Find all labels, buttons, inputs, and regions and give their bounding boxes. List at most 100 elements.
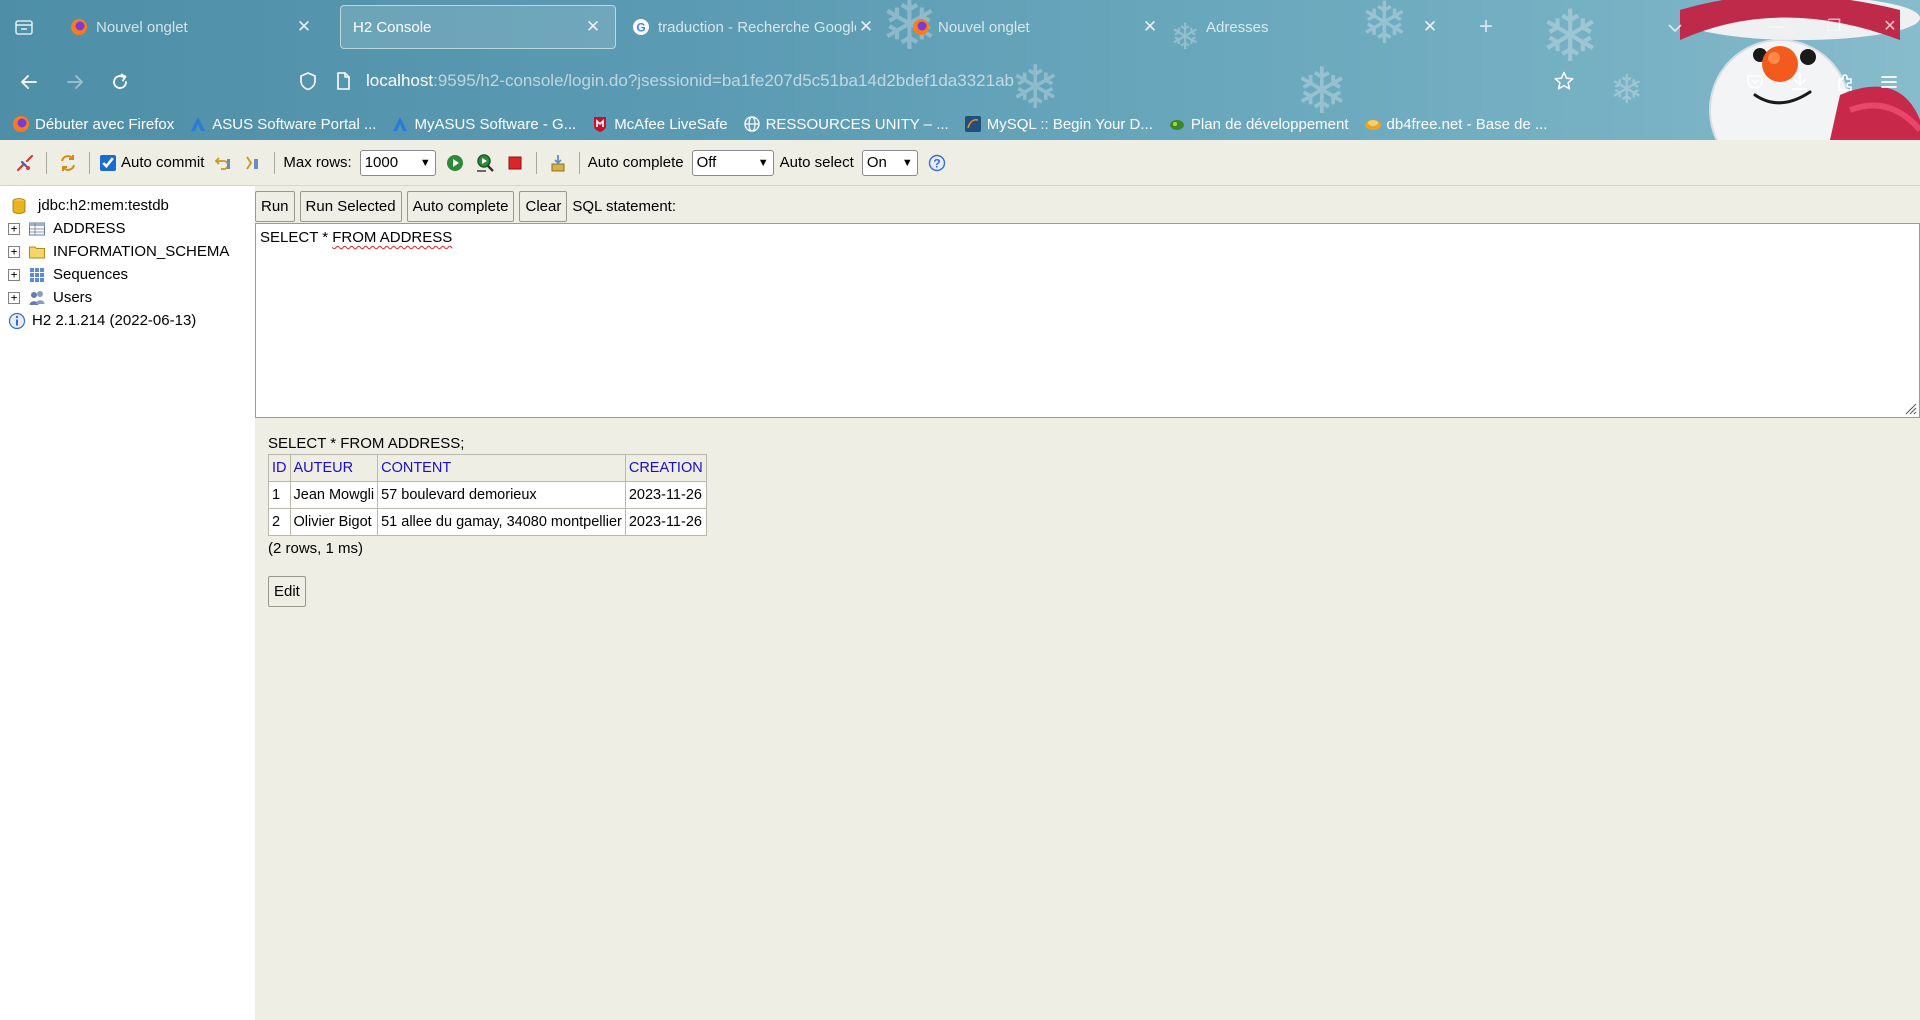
auto-select-value: On <box>866 154 887 171</box>
tab-list-button[interactable] <box>12 15 36 39</box>
stop-icon[interactable] <box>504 152 526 174</box>
bookmark-label: Plan de développement <box>1190 115 1349 133</box>
bookmark-plan-developpement[interactable]: Plan de développement <box>1168 115 1349 133</box>
bookmark-label: RESSOURCES UNITY – ... <box>765 115 949 133</box>
table-row: 2 Olivier Bigot 51 allee du gamay, 34080… <box>268 508 707 536</box>
rollback-icon[interactable] <box>212 152 234 174</box>
max-rows-select[interactable]: 1000 ▼ <box>359 149 436 176</box>
arrow-left-icon <box>21 75 37 89</box>
pocket-button[interactable] <box>1740 67 1770 97</box>
folder-icon <box>29 246 45 258</box>
bookmark-star-icon[interactable] <box>1553 70 1575 92</box>
clear-button[interactable]: Clear <box>519 190 568 222</box>
tree-item-users[interactable]: + Users <box>8 286 255 309</box>
extensions-button[interactable] <box>1830 67 1860 97</box>
bookmark-label: McAfee LiveSafe <box>614 115 728 133</box>
disconnect-icon[interactable] <box>14 152 36 174</box>
close-tab-icon[interactable]: ✕ <box>1140 17 1160 37</box>
firefox-view-icon <box>15 20 33 35</box>
bookmark-asus-portal[interactable]: ASUS Software Portal ... <box>189 115 376 133</box>
run-selected-icon[interactable] <box>474 152 496 174</box>
auto-commit-checkbox[interactable] <box>100 154 116 171</box>
expand-icon[interactable]: + <box>8 268 20 281</box>
url-text[interactable]: localhost:9595/h2-console/login.do?jsess… <box>366 71 1014 91</box>
auto-complete-select[interactable]: Off ▼ <box>691 149 774 176</box>
back-button[interactable] <box>14 67 44 97</box>
svg-text:?: ? <box>933 156 940 170</box>
tree-item-information-schema[interactable]: + INFORMATION_SCHEMA <box>8 240 255 263</box>
history-icon[interactable] <box>547 152 569 174</box>
menu-button[interactable] <box>1874 67 1904 97</box>
tree-connection[interactable]: jdbc:h2:mem:testdb <box>8 194 255 217</box>
column-header-content[interactable]: CONTENT <box>377 454 626 482</box>
close-tab-icon[interactable]: ✕ <box>1420 17 1440 37</box>
query-buttons: Run Run Selected Auto complete Clear SQL… <box>255 190 676 222</box>
reload-button[interactable] <box>105 67 135 97</box>
auto-select-select[interactable]: On ▼ <box>861 149 918 176</box>
refresh-icon[interactable] <box>57 152 79 174</box>
bookmark-mysql[interactable]: MySQL :: Begin Your D... <box>964 115 1153 133</box>
bookmark-mcafee[interactable]: McAfee LiveSafe <box>591 115 728 133</box>
tab-traduction-google[interactable]: G traduction - Recherche Google ✕ <box>620 5 888 49</box>
shield-icon[interactable] <box>297 70 319 92</box>
toolbar-separator <box>535 151 537 174</box>
close-tab-icon[interactable]: ✕ <box>856 17 876 37</box>
toolbar-separator <box>578 151 580 174</box>
page-info-icon[interactable] <box>332 70 354 92</box>
result-table: ID AUTEUR CONTENT CREATION 1 Jean Mowgli… <box>268 454 707 536</box>
resize-grip-icon[interactable] <box>1903 401 1917 415</box>
sql-editor[interactable]: SELECT * FROM ADDRESS <box>255 223 1920 418</box>
max-rows-label: Max rows: <box>283 154 352 171</box>
cell-creation: 2023-11-26 <box>624 508 707 536</box>
expand-icon[interactable]: + <box>8 291 20 304</box>
expand-icon[interactable]: + <box>8 222 20 235</box>
bookmark-debuter-firefox[interactable]: Débuter avec Firefox <box>12 115 174 133</box>
database-icon <box>12 197 26 214</box>
commit-icon[interactable] <box>242 152 264 174</box>
run-icon[interactable] <box>444 152 466 174</box>
tab-nouvel-onglet-1[interactable]: Nouvel onglet ✕ <box>58 5 326 49</box>
tree-item-label: ADDRESS <box>53 220 126 237</box>
tree-item-address[interactable]: + ADDRESS <box>8 217 255 240</box>
close-tab-icon[interactable]: ✕ <box>583 17 603 37</box>
list-all-tabs-button[interactable] <box>1663 16 1687 40</box>
bookmark-db4free[interactable]: db4free.net - Base de ... <box>1364 115 1547 133</box>
bookmark-ressources-unity[interactable]: RESSOURCES UNITY – ... <box>743 115 949 133</box>
download-icon <box>1792 73 1808 90</box>
bookmarks-toolbar: Débuter avec Firefox ASUS Software Porta… <box>0 108 1920 140</box>
query-panel: Run Run Selected Auto complete Clear SQL… <box>255 186 1920 1020</box>
url-bar[interactable]: localhost:9595/h2-console/login.do?jsess… <box>290 62 1580 100</box>
edit-button[interactable]: Edit <box>268 576 306 607</box>
tab-title: Nouvel onglet <box>938 18 1030 36</box>
close-window-button[interactable]: ✕ <box>1878 15 1902 39</box>
cell-content: 51 allee du gamay, 34080 montpellier <box>377 508 626 536</box>
expand-icon[interactable]: + <box>8 245 20 258</box>
auto-complete-button[interactable]: Auto complete <box>406 190 515 222</box>
tab-h2-console[interactable]: H2 Console ✕ <box>340 5 616 49</box>
bookmark-label: Débuter avec Firefox <box>35 115 175 133</box>
firefox-icon <box>13 116 29 132</box>
tab-title: Adresses <box>1206 18 1269 36</box>
tree-item-sequences[interactable]: + Sequences <box>8 263 255 286</box>
downloads-button[interactable] <box>1785 67 1815 97</box>
new-tab-button[interactable]: + <box>1472 13 1500 41</box>
run-selected-button[interactable]: Run Selected <box>299 190 402 222</box>
bookmark-myasus[interactable]: MyASUS Software - G... <box>391 115 576 133</box>
url-host: localhost <box>366 71 434 90</box>
sql-text-spellcheck: FROM ADDRESS <box>332 229 453 246</box>
column-header-id[interactable]: ID <box>268 454 291 482</box>
tab-nouvel-onglet-2[interactable]: Nouvel onglet ✕ <box>900 5 1172 49</box>
column-header-auteur[interactable]: AUTEUR <box>289 454 379 482</box>
restore-button[interactable]: ❐ <box>1822 15 1846 39</box>
forward-button[interactable] <box>60 67 90 97</box>
firefox-icon <box>71 19 87 35</box>
column-header-creation[interactable]: CREATION <box>624 454 707 482</box>
help-icon[interactable]: ? <box>926 152 948 174</box>
close-tab-icon[interactable]: ✕ <box>294 17 314 37</box>
tab-adresses[interactable]: Adresses ✕ <box>1180 5 1452 49</box>
navigation-bar: localhost:9595/h2-console/login.do?jsess… <box>0 54 1920 108</box>
run-button[interactable]: Run <box>255 190 295 222</box>
tree-item-label: Users <box>53 289 93 306</box>
h2-toolbar: Auto commit Max rows: 1000 ▼ Auto comple… <box>0 140 1920 186</box>
minimize-button[interactable]: — <box>1765 15 1789 39</box>
